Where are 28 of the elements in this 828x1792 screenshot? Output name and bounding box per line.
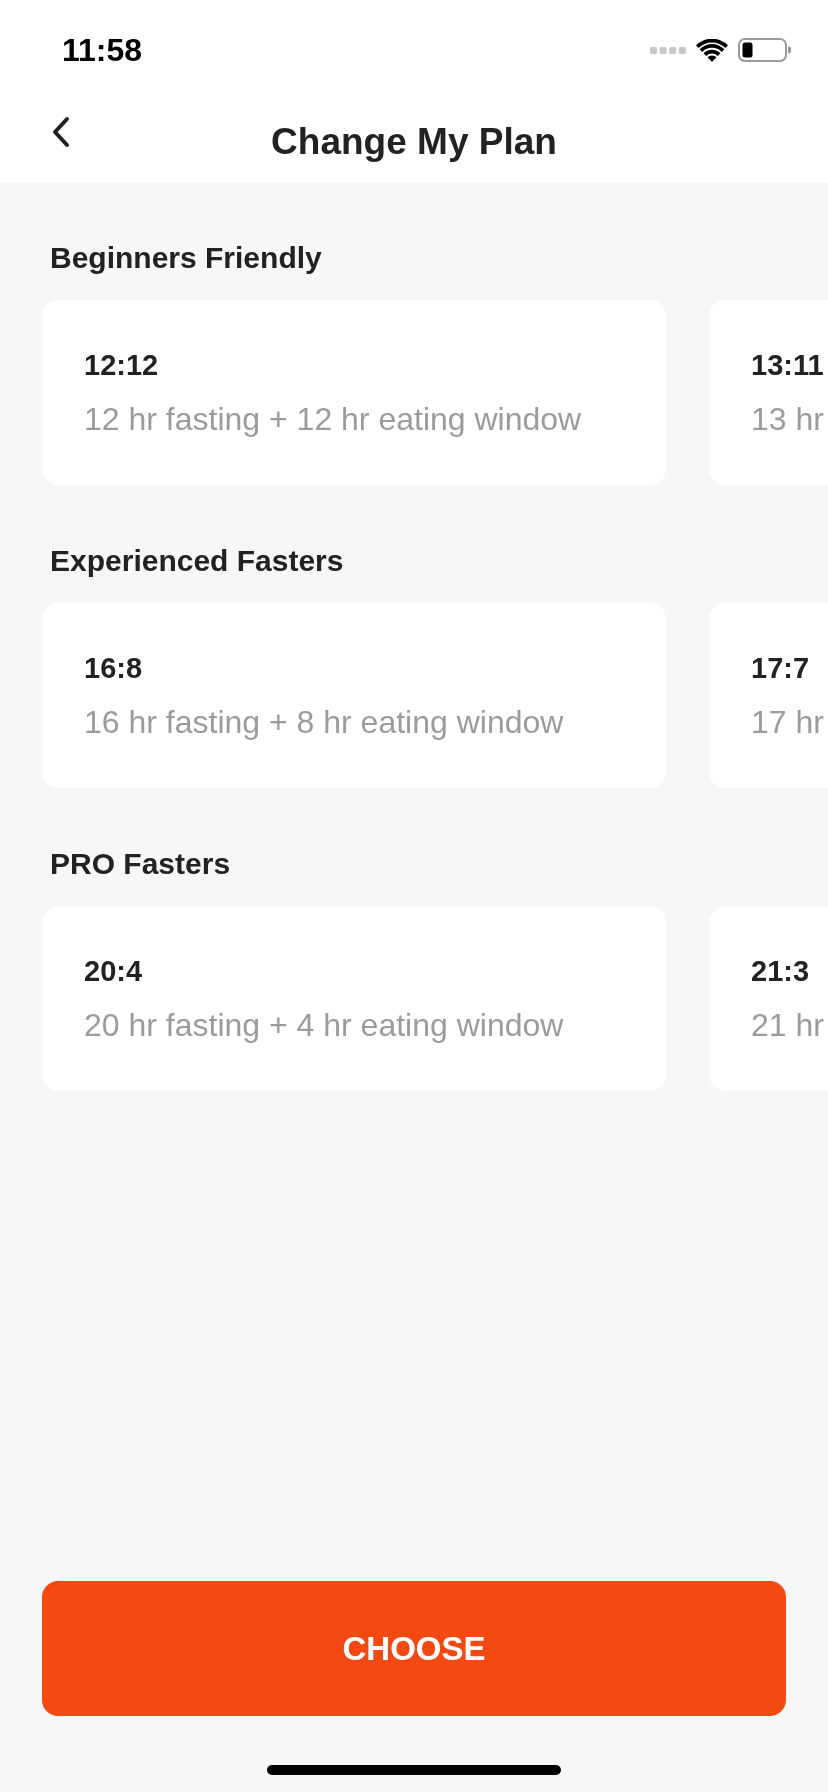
plan-description: 17 hr bbox=[751, 702, 824, 741]
plan-description: 12 hr fasting + 12 hr eating window bbox=[84, 399, 582, 438]
plan-card[interactable]: 17:7 17 hr bbox=[709, 603, 828, 788]
page-title: Change My Plan bbox=[271, 119, 557, 164]
wifi-icon bbox=[696, 38, 728, 62]
choose-button[interactable]: CHOOSE bbox=[42, 1581, 786, 1716]
section-title: Beginners Friendly bbox=[50, 240, 322, 276]
battery-icon bbox=[738, 38, 791, 62]
plan-name: 16:8 bbox=[84, 650, 143, 685]
plan-name: 17:7 bbox=[751, 650, 810, 685]
back-icon[interactable] bbox=[50, 116, 72, 148]
section-title: Experienced Fasters bbox=[50, 543, 344, 579]
plan-description: 13 hr bbox=[751, 399, 824, 438]
plan-name: 12:12 bbox=[84, 347, 159, 382]
plan-card[interactable]: 12:12 12 hr fasting + 12 hr eating window bbox=[42, 300, 666, 485]
plan-name: 21:3 bbox=[751, 953, 810, 988]
plan-description: 16 hr fasting + 8 hr eating window bbox=[84, 702, 564, 741]
plan-description: 21 hr bbox=[751, 1005, 824, 1044]
plan-description: 20 hr fasting + 4 hr eating window bbox=[84, 1005, 564, 1044]
plan-card[interactable]: 16:8 16 hr fasting + 8 hr eating window bbox=[42, 603, 666, 788]
plan-name: 20:4 bbox=[84, 953, 143, 988]
section-title: PRO Fasters bbox=[50, 846, 231, 882]
plan-card[interactable]: 21:3 21 hr bbox=[709, 906, 828, 1091]
plan-card[interactable]: 20:4 20 hr fasting + 4 hr eating window bbox=[42, 906, 666, 1091]
plan-card[interactable]: 13:11 13 hr bbox=[709, 300, 828, 485]
signal-icon bbox=[650, 46, 686, 54]
plan-name: 13:11 bbox=[751, 347, 824, 382]
status-time: 11:58 bbox=[62, 32, 143, 68]
